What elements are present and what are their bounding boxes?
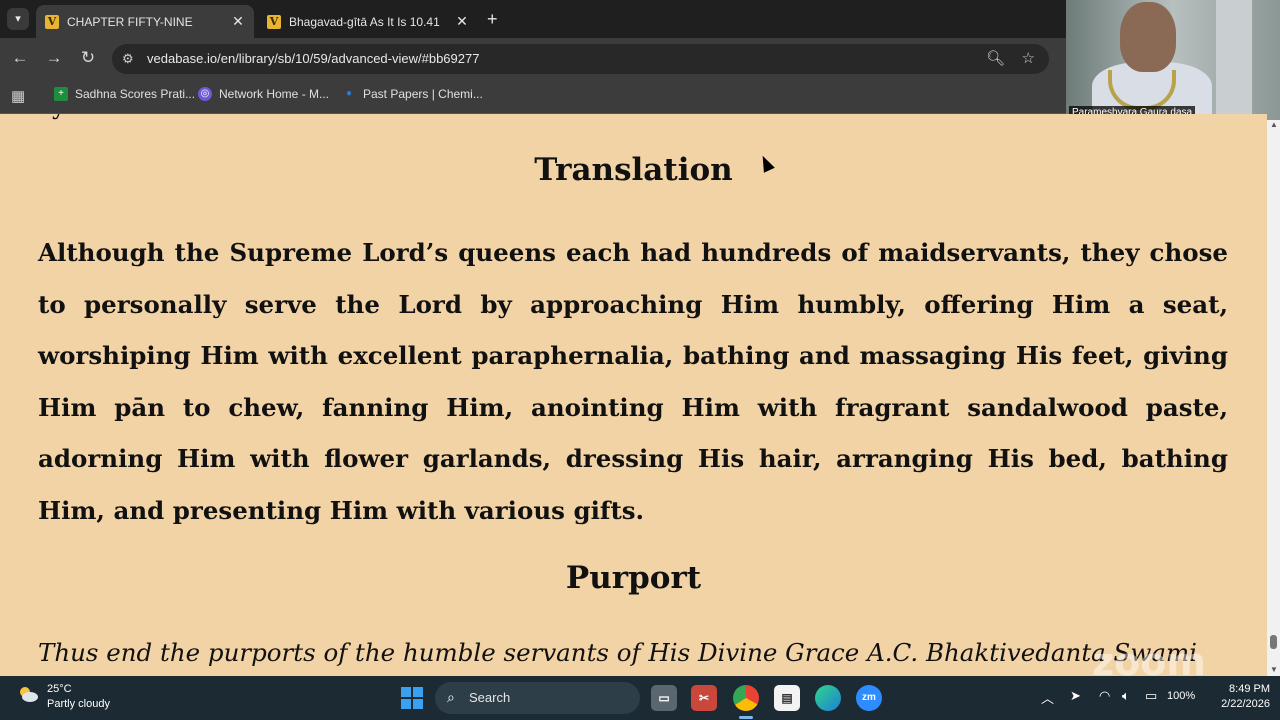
purport-text: Thus end the purports of the humble serv…	[38, 638, 1197, 667]
taskbar: 25°C Partly cloudy ⌕ Search ▭ ✂ ▤ zm ︿ ➤…	[0, 676, 1280, 720]
tab-title: CHAPTER FIFTY-NINE	[67, 14, 193, 29]
scroll-down-icon[interactable]: ▼	[1270, 665, 1278, 674]
drop-icon: ●	[345, 88, 353, 99]
partly-cloudy-icon[interactable]	[17, 685, 39, 703]
participant-head	[1120, 2, 1176, 72]
battery-percentage[interactable]: 100%	[1167, 690, 1195, 702]
active-app-indicator	[739, 716, 753, 719]
bookmark-past-papers[interactable]: ● Past Papers | Chemi...	[342, 87, 483, 101]
purport-heading: Purport	[565, 560, 702, 596]
search-label: Search	[469, 690, 511, 705]
wifi-icon[interactable]: ◠	[1099, 688, 1110, 704]
volume-icon[interactable]: 🔈︎	[1122, 688, 1130, 704]
bookmark-label: Sadhna Scores Prati...	[75, 87, 196, 101]
battery-icon[interactable]: ▭	[1145, 688, 1157, 704]
taskbar-search[interactable]: ⌕ Search	[435, 682, 640, 714]
windows-start-icon[interactable]	[401, 687, 423, 709]
page-scrollbar[interactable]: ▲ ▼	[1267, 120, 1280, 676]
bookmark-network-home[interactable]: ◎ Network Home - M...	[198, 87, 329, 101]
weather-condition[interactable]: Partly cloudy	[47, 698, 110, 710]
close-tab-icon[interactable]: ✕	[230, 13, 246, 30]
snipping-tool-icon[interactable]: ✂	[691, 685, 717, 711]
url-text[interactable]: vedabase.io/en/library/sb/10/59/advanced…	[147, 51, 479, 66]
scrollbar-thumb[interactable]	[1270, 635, 1277, 649]
back-arrow-icon[interactable]: ←	[9, 48, 31, 68]
plus-sheet-icon: +	[54, 87, 68, 101]
cut-off-text: y ·	[52, 114, 81, 120]
page-content: y · Translation Although the Supreme Lor…	[0, 114, 1267, 676]
close-tab-icon[interactable]: ✕	[454, 13, 470, 30]
clock-time[interactable]: 8:49 PM	[1208, 683, 1270, 695]
search-icon: ⌕	[447, 689, 455, 705]
new-tab-icon[interactable]: +	[487, 9, 498, 30]
weather-temperature[interactable]: 25°C	[47, 683, 72, 695]
location-icon[interactable]: ➤	[1070, 688, 1081, 704]
bookmark-label: Past Papers | Chemi...	[363, 87, 483, 101]
zoom-app-icon[interactable]: zm	[856, 685, 882, 711]
bookmarks-bar: ▦ + Sadhna Scores Prati... ◎ Network Hom…	[0, 80, 1066, 114]
chevron-up-icon[interactable]: ︿	[1041, 688, 1054, 707]
vedabase-favicon-icon: V	[45, 14, 59, 29]
edge-icon[interactable]	[815, 685, 841, 711]
participant-video[interactable]: Parameshvara Gaura dasa	[1066, 0, 1280, 120]
network-icon: ◎	[198, 87, 212, 101]
bookmark-label: Network Home - M...	[219, 87, 330, 101]
tab-title: Bhagavad-gītā As It Is 10.41	[289, 14, 440, 29]
reload-icon[interactable]: ↻	[77, 48, 99, 68]
clock-date[interactable]: 2/22/2026	[1198, 698, 1270, 710]
tab-search-dropdown-icon[interactable]: ▾	[7, 8, 29, 30]
task-view-icon[interactable]: ▭	[651, 685, 677, 711]
site-info-icon[interactable]: ⚙	[122, 51, 134, 67]
file-icon[interactable]: ▤	[774, 685, 800, 711]
forward-arrow-icon[interactable]: →	[43, 48, 65, 68]
chrome-icon[interactable]	[733, 685, 759, 711]
vedabase-favicon-icon: V	[267, 14, 281, 29]
bookmark-star-icon[interactable]: ☆	[1022, 49, 1035, 67]
video-panel	[1216, 0, 1252, 120]
zoom-icon[interactable]: 🔍︎	[986, 49, 1005, 67]
translation-text: Although the Supreme Lord’s queens each …	[38, 238, 1228, 525]
scroll-up-icon[interactable]: ▲	[1270, 120, 1278, 129]
tab-chapter-fifty-nine[interactable]: V CHAPTER FIFTY-NINE ✕	[36, 5, 254, 38]
apps-grid-icon[interactable]: ▦	[11, 87, 25, 105]
bookmark-sadhna[interactable]: + Sadhna Scores Prati...	[54, 87, 195, 101]
navigation-bar: ← → ↻ ⚙ vedabase.io/en/library/sb/10/59/…	[0, 38, 1066, 80]
tab-bhagavad-gita[interactable]: V Bhagavad-gītā As It Is 10.41 ✕	[258, 5, 478, 38]
translation-heading: Translation	[534, 152, 733, 188]
address-bar[interactable]: ⚙ vedabase.io/en/library/sb/10/59/advanc…	[112, 44, 1049, 74]
